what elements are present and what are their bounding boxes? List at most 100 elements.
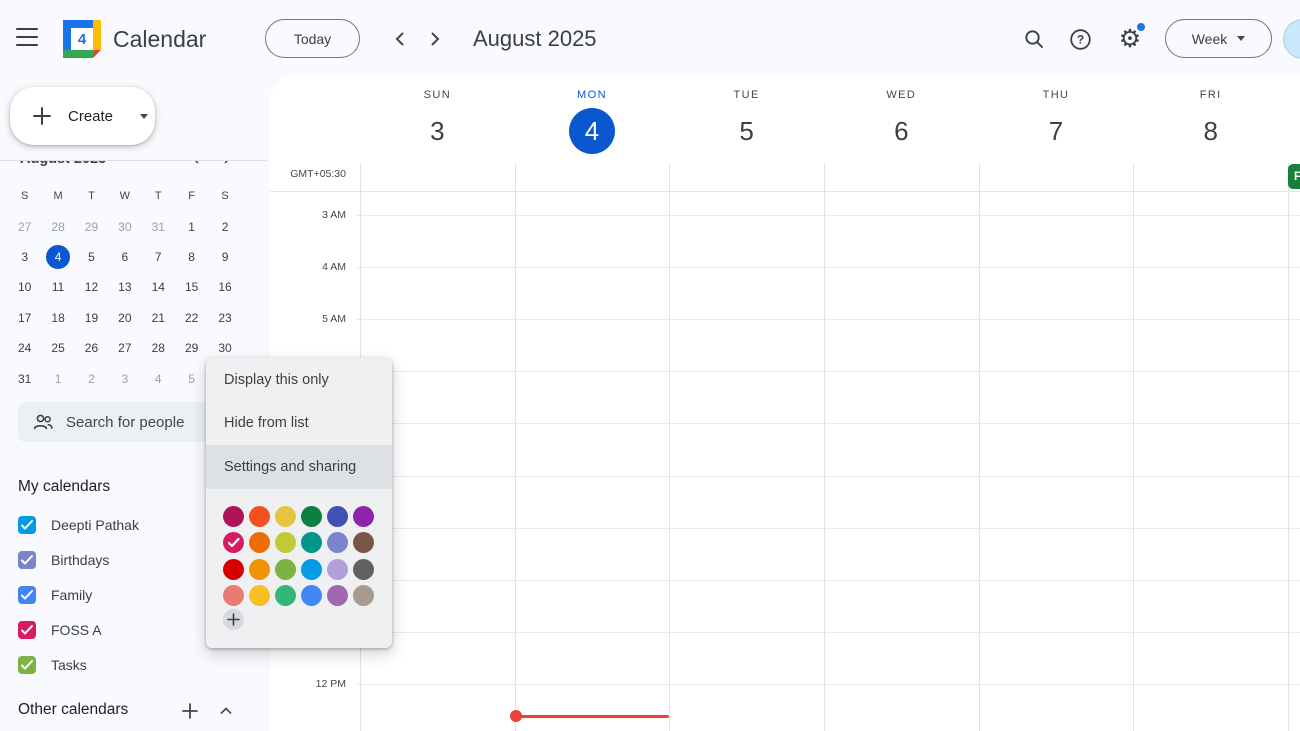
day-date-button[interactable]: 4 [569,108,615,154]
color-swatch[interactable] [223,506,244,527]
add-other-calendar-button[interactable] [176,697,204,725]
help-button[interactable]: ? [1060,19,1100,59]
account-avatar[interactable] [1283,19,1300,59]
mini-calendar-day[interactable]: 2 [79,367,103,391]
color-swatch[interactable] [275,506,296,527]
mini-calendar-day[interactable]: 4 [146,367,170,391]
mini-calendar-day[interactable]: 20 [113,306,137,330]
svg-text:?: ? [1076,32,1083,46]
collapse-other-calendars-button[interactable] [212,697,240,725]
color-swatch[interactable] [275,585,296,606]
color-swatch[interactable] [249,585,270,606]
mini-calendar-day[interactable]: 6 [113,245,137,269]
mini-calendar-day[interactable]: 24 [13,336,37,360]
allday-event-chip[interactable]: F [1288,164,1300,189]
mini-calendar-day[interactable]: 16 [213,275,237,299]
color-swatch[interactable] [353,506,374,527]
mini-calendar-day[interactable]: 29 [79,215,103,239]
color-swatch[interactable] [327,585,348,606]
today-button[interactable]: Today [265,19,360,58]
mini-calendar-day[interactable]: 27 [113,336,137,360]
calendar-checkbox[interactable] [18,516,36,534]
mini-calendar-day[interactable]: 27 [13,215,37,239]
mini-calendar-prev-button[interactable] [186,161,206,169]
color-swatch[interactable] [249,532,270,553]
menu-item[interactable]: Hide from list [206,402,392,446]
color-swatch[interactable] [275,559,296,580]
mini-calendar-day[interactable]: 26 [79,336,103,360]
mini-calendar-day[interactable]: 14 [146,275,170,299]
color-swatch[interactable] [223,585,244,606]
view-selector[interactable]: Week [1165,19,1272,58]
mini-calendar-day[interactable]: 29 [180,336,204,360]
mini-calendar-day[interactable]: 18 [46,306,70,330]
mini-calendar-day[interactable]: 9 [213,245,237,269]
my-calendars-heading: My calendars [18,478,110,496]
color-swatch[interactable] [223,559,244,580]
calendar-checkbox[interactable] [18,586,36,604]
mini-calendar-day[interactable]: 10 [13,275,37,299]
color-swatch[interactable] [301,532,322,553]
mini-calendar-day[interactable]: 19 [79,306,103,330]
mini-calendar-day[interactable]: 3 [113,367,137,391]
calendar-checkbox[interactable] [18,621,36,639]
color-swatch[interactable] [327,532,348,553]
mini-calendar-day[interactable]: 31 [146,215,170,239]
mini-calendar-day[interactable]: 21 [146,306,170,330]
mini-calendar-day[interactable]: 2 [213,215,237,239]
calendar-checkbox[interactable] [18,656,36,674]
day-date-button[interactable]: 6 [878,108,924,154]
color-swatch[interactable] [353,532,374,553]
color-swatch[interactable] [301,506,322,527]
next-period-button[interactable] [423,27,447,51]
mini-calendar-day[interactable]: 30 [213,336,237,360]
mini-calendar-day[interactable]: 3 [13,245,37,269]
color-swatch[interactable] [327,506,348,527]
calendar-list-item[interactable]: Tasks [0,647,267,682]
mini-calendar-day[interactable]: 12 [79,275,103,299]
color-swatch[interactable] [327,559,348,580]
menu-item[interactable]: Display this only [206,358,392,402]
day-date-button[interactable]: 8 [1188,108,1234,154]
color-swatch[interactable] [275,532,296,553]
mini-calendar-day[interactable]: 25 [46,336,70,360]
mini-calendar-day[interactable]: 7 [146,245,170,269]
main-menu-icon[interactable] [16,28,38,48]
color-swatch[interactable] [223,532,244,553]
mini-calendar-day[interactable]: 4 [46,245,70,269]
color-swatch[interactable] [301,559,322,580]
color-swatch[interactable] [301,585,322,606]
mini-calendar-day[interactable]: 31 [13,367,37,391]
mini-calendar-day[interactable]: 17 [13,306,37,330]
mini-calendar-day[interactable]: 15 [180,275,204,299]
day-weekday-label: WED [824,89,979,101]
color-swatch[interactable] [249,506,270,527]
calendar-checkbox[interactable] [18,551,36,569]
mini-calendar-day[interactable]: 28 [46,215,70,239]
mini-calendar-day[interactable]: 5 [180,367,204,391]
color-swatch[interactable] [249,559,270,580]
mini-calendar-day[interactable]: 11 [46,275,70,299]
color-swatch[interactable] [353,559,374,580]
mini-calendar-day[interactable]: 5 [79,245,103,269]
day-date-button[interactable]: 7 [1033,108,1079,154]
day-date-button[interactable]: 3 [414,108,460,154]
mini-calendar-day[interactable]: 23 [213,306,237,330]
mini-calendar-day[interactable]: 1 [180,215,204,239]
day-date-button[interactable]: 5 [724,108,770,154]
mini-calendar-day[interactable]: 13 [113,275,137,299]
mini-calendar-next-button[interactable] [217,161,237,169]
mini-calendar-day[interactable]: 22 [180,306,204,330]
mini-calendar-day[interactable]: 1 [46,367,70,391]
settings-button[interactable]: ⚙ [1110,19,1150,59]
context-menu-items: Display this onlyHide from listSettings … [206,358,392,489]
search-button[interactable] [1014,19,1054,59]
create-button[interactable]: Create [10,87,155,145]
previous-period-button[interactable] [388,27,412,51]
add-custom-color-button[interactable] [223,609,244,630]
mini-calendar-day[interactable]: 30 [113,215,137,239]
menu-item[interactable]: Settings and sharing [206,445,392,489]
mini-calendar-day[interactable]: 28 [146,336,170,360]
color-swatch[interactable] [353,585,374,606]
mini-calendar-day[interactable]: 8 [180,245,204,269]
